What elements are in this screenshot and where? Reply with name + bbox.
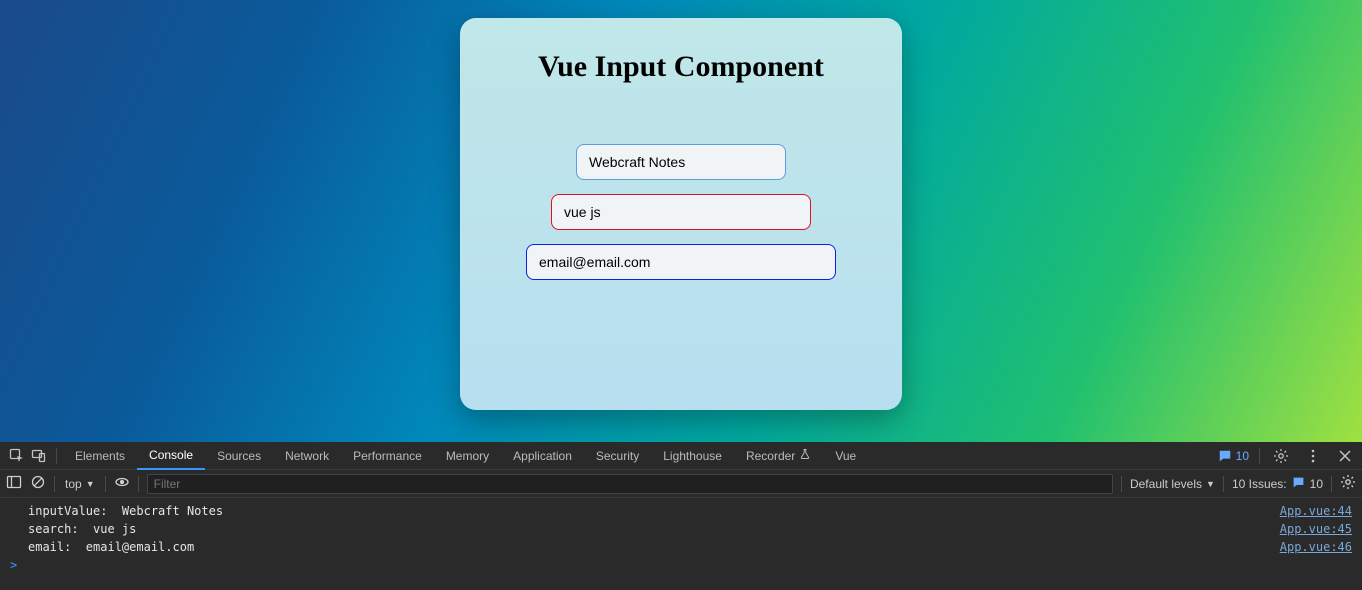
messages-count: 10	[1236, 449, 1249, 463]
devtools-panel: Elements Console Sources Network Perform…	[0, 442, 1362, 590]
filter-input[interactable]	[147, 474, 1113, 494]
tab-vue[interactable]: Vue	[823, 442, 868, 470]
divider	[56, 448, 57, 464]
log-row: search: vue js App.vue:45	[0, 520, 1362, 538]
tab-recorder[interactable]: Recorder	[734, 442, 823, 470]
issues-count: 10	[1310, 477, 1323, 491]
tab-recorder-label: Recorder	[746, 449, 795, 463]
tab-lighthouse[interactable]: Lighthouse	[651, 442, 734, 470]
clear-console-icon[interactable]	[30, 474, 46, 493]
context-label: top	[65, 477, 82, 491]
issues-link[interactable]: 10 Issues: 10	[1232, 476, 1323, 492]
inspect-icon[interactable]	[6, 445, 28, 467]
settings-icon[interactable]	[1270, 445, 1292, 467]
input-default[interactable]	[576, 144, 786, 180]
card-title: Vue Input Component	[538, 50, 824, 84]
log-message: inputValue: Webcraft Notes	[28, 503, 1280, 519]
log-row: inputValue: Webcraft Notes App.vue:44	[0, 502, 1362, 520]
log-message: search: vue js	[28, 521, 1280, 537]
sidebar-toggle-icon[interactable]	[6, 474, 22, 493]
more-icon[interactable]	[1302, 445, 1324, 467]
console-body: inputValue: Webcraft Notes App.vue:44 se…	[0, 498, 1362, 590]
console-toolbar: top ▼ Default levels ▼ 10 Issues: 10	[0, 470, 1362, 498]
context-selector[interactable]: top ▼	[63, 474, 97, 494]
input-success[interactable]	[526, 244, 836, 280]
close-icon[interactable]	[1334, 445, 1356, 467]
divider	[1331, 476, 1332, 492]
levels-selector[interactable]: Default levels ▼	[1130, 477, 1215, 491]
tab-console[interactable]: Console	[137, 442, 205, 470]
log-source-link[interactable]: App.vue:45	[1280, 521, 1352, 537]
tabbar-right-cluster: 10	[1218, 445, 1356, 467]
flask-icon	[799, 448, 811, 463]
device-toolbar-icon[interactable]	[28, 445, 50, 467]
prompt-caret: >	[10, 558, 17, 572]
divider	[1259, 448, 1260, 464]
console-settings-icon[interactable]	[1340, 474, 1356, 493]
tab-security[interactable]: Security	[584, 442, 651, 470]
tab-memory[interactable]: Memory	[434, 442, 501, 470]
messages-badge[interactable]: 10	[1218, 449, 1249, 463]
chat-icon	[1292, 476, 1305, 492]
divider	[54, 476, 55, 492]
levels-label: Default levels	[1130, 477, 1202, 491]
issues-label: 10 Issues:	[1232, 477, 1287, 491]
app-viewport: Vue Input Component	[0, 0, 1362, 442]
log-row: email: email@email.com App.vue:46	[0, 538, 1362, 556]
log-source-link[interactable]: App.vue:46	[1280, 539, 1352, 555]
tab-elements[interactable]: Elements	[63, 442, 137, 470]
chevron-down-icon: ▼	[86, 479, 95, 489]
console-prompt[interactable]: >	[0, 556, 1362, 574]
input-error[interactable]	[551, 194, 811, 230]
log-source-link[interactable]: App.vue:44	[1280, 503, 1352, 519]
devtools-tabbar: Elements Console Sources Network Perform…	[0, 442, 1362, 470]
tab-performance[interactable]: Performance	[341, 442, 434, 470]
divider	[105, 476, 106, 492]
live-expression-icon[interactable]	[114, 474, 130, 493]
divider	[138, 476, 139, 492]
tab-network[interactable]: Network	[273, 442, 341, 470]
log-message: email: email@email.com	[28, 539, 1280, 555]
tab-sources[interactable]: Sources	[205, 442, 273, 470]
demo-card: Vue Input Component	[460, 18, 902, 410]
divider	[1223, 476, 1224, 492]
chevron-down-icon: ▼	[1206, 479, 1215, 489]
divider	[1121, 476, 1122, 492]
tab-application[interactable]: Application	[501, 442, 584, 470]
